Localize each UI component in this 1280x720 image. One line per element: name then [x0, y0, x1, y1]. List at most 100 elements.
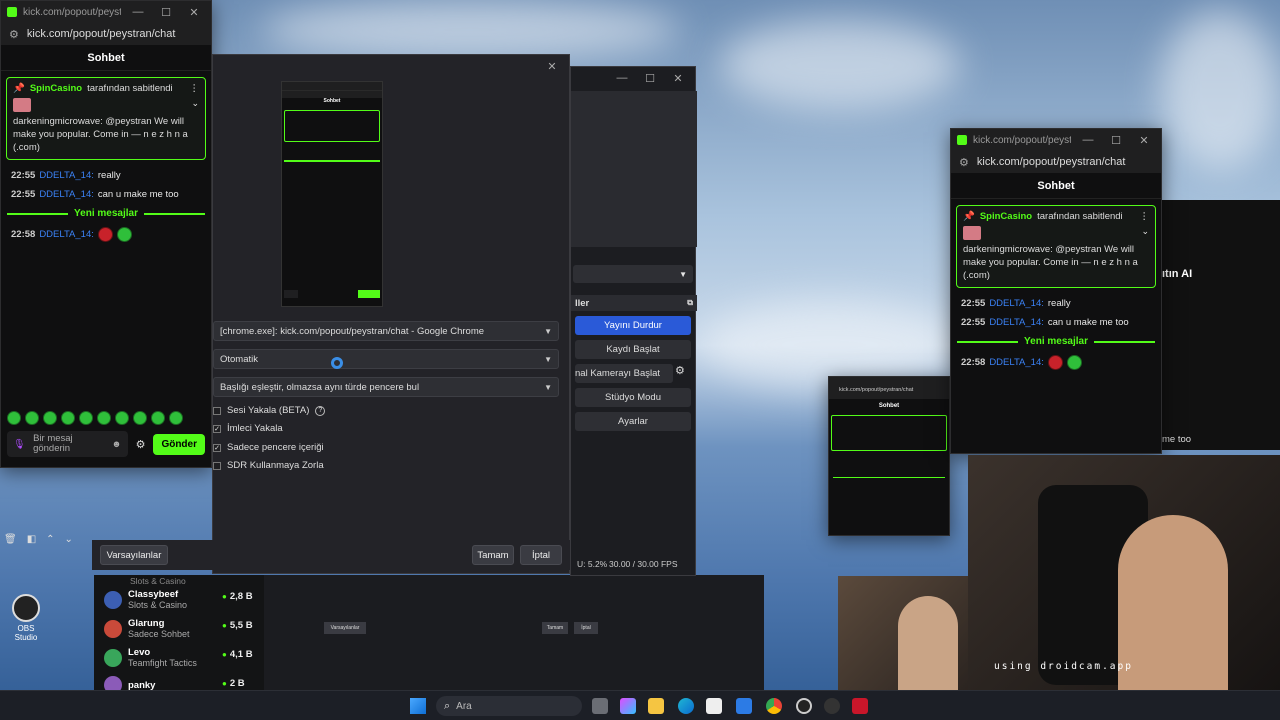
- emote-icon[interactable]: [115, 411, 129, 425]
- emote-icon: [1047, 355, 1063, 371]
- window-select[interactable]: [chrome.exe]: kick.com/popout/peystran/c…: [213, 321, 559, 341]
- new-messages-divider[interactable]: Yeni mesajlar: [1, 204, 211, 223]
- virtual-camera-settings-icon[interactable]: ⚙: [675, 364, 685, 377]
- close-button[interactable]: ✕: [183, 6, 205, 19]
- start-virtual-camera-button[interactable]: nal Kamerayı Başlat: [575, 364, 673, 383]
- pinned-expand-icon[interactable]: ⌄: [191, 98, 199, 109]
- file-explorer-icon[interactable]: [648, 698, 664, 714]
- task-view-icon[interactable]: [592, 698, 608, 714]
- chat-username[interactable]: DDELTA_14:: [989, 357, 1044, 368]
- emote-icon[interactable]: [61, 411, 75, 425]
- obs-status-fps: 30.00 / 30.00 FPS: [609, 559, 678, 569]
- send-button[interactable]: Gönder: [153, 433, 205, 455]
- start-button[interactable]: [410, 698, 426, 714]
- minimize-button[interactable]: —: [127, 6, 149, 18]
- chat-input[interactable]: 🎙 Bir mesaj gönderin ☻: [7, 431, 128, 457]
- sidebar-channel[interactable]: Classybeef Slots & Casino: [104, 589, 187, 610]
- defaults-button[interactable]: Varsayılanlar: [100, 545, 168, 565]
- left-chat-urlbar[interactable]: ⚙ kick.com/popout/peystran/chat: [1, 23, 211, 45]
- settings-button[interactable]: Ayarlar: [575, 412, 691, 431]
- microphone-icon[interactable]: 🎙: [13, 439, 25, 450]
- move-down-icon[interactable]: ⌄: [65, 534, 73, 545]
- move-up-icon[interactable]: ⌃: [46, 534, 54, 545]
- emote-icon[interactable]: [43, 411, 57, 425]
- minimize-button[interactable]: —: [611, 72, 633, 84]
- capture-audio-checkbox[interactable]: Sesi Yakala (BETA)?: [213, 405, 326, 416]
- pinned-message[interactable]: 📌 SpinCasino tarafından sabitlendi ⋮ ⌄ d…: [956, 205, 1156, 289]
- obs-desktop-icon[interactable]: OBS Studio: [8, 594, 44, 642]
- emote-icon[interactable]: [169, 411, 183, 425]
- emote-icon[interactable]: [133, 411, 147, 425]
- properties-button-bar: Varsayılanlar Tamam İptal: [92, 540, 570, 570]
- emote-icon[interactable]: [7, 411, 21, 425]
- ok-button[interactable]: Tamam: [472, 545, 514, 565]
- store-icon[interactable]: [706, 698, 722, 714]
- right-chat-window: kick.com/popout/peystran/... — ☐ ✕ ⚙ kic…: [950, 128, 1162, 454]
- stop-stream-button[interactable]: Yayını Durdur: [575, 316, 691, 335]
- maximize-button[interactable]: ☐: [639, 72, 661, 85]
- mini-header: Sohbet: [878, 403, 900, 409]
- maximize-button[interactable]: ☐: [1105, 134, 1127, 147]
- droidcam-icon[interactable]: [824, 698, 840, 714]
- right-chat-urlbar[interactable]: ⚙ kick.com/popout/peystran/chat: [951, 151, 1161, 173]
- pinned-message[interactable]: 📌 SpinCasino tarafından sabitlendi ⋮ ⌄ d…: [6, 77, 206, 161]
- site-info-icon[interactable]: ⚙: [959, 156, 969, 169]
- recording-app-icon[interactable]: [852, 698, 868, 714]
- webcam-feed: using droidcam.app: [968, 455, 1280, 690]
- emoji-icon[interactable]: ☻: [112, 439, 122, 450]
- left-chat-titlebar: kick.com/popout/peystran/... — ☐ ✕: [1, 1, 211, 23]
- minimize-button[interactable]: —: [1077, 134, 1099, 146]
- filter-icon[interactable]: ◧: [27, 534, 36, 545]
- sidebar-channel[interactable]: Glarung Sadece Sohbet: [104, 618, 190, 639]
- studio-mode-button[interactable]: Stüdyo Modu: [575, 388, 691, 407]
- chrome-icon[interactable]: [766, 698, 782, 714]
- behind-pill: ıtın AI: [1162, 268, 1193, 280]
- emote-icon[interactable]: [25, 411, 39, 425]
- obs-scene-dropdown[interactable]: ▼: [573, 265, 693, 283]
- client-area-checkbox[interactable]: ✓ Sadece pencere içeriği: [213, 442, 324, 453]
- maximize-button[interactable]: ☐: [155, 6, 177, 19]
- pinned-more-icon[interactable]: ⋮: [1140, 211, 1150, 222]
- emote-icon[interactable]: [97, 411, 111, 425]
- chat-username[interactable]: DDELTA_14:: [989, 298, 1044, 309]
- site-info-icon[interactable]: ⚙: [9, 28, 19, 41]
- chat-message: 22:55 DDELTA_14: really: [961, 298, 1071, 310]
- mouse-cursor-icon: [331, 357, 343, 369]
- pinned-thumbnail: [963, 226, 981, 240]
- sidebar-channel[interactable]: Levo Teamfight Tactics: [104, 647, 197, 668]
- kick-logo-icon: [957, 135, 967, 145]
- capture-cursor-checkbox[interactable]: ✓ İmleci Yakala: [213, 423, 283, 434]
- chat-username[interactable]: DDELTA_14:: [989, 317, 1044, 328]
- trash-icon[interactable]: 🗑: [4, 534, 17, 545]
- taskbar-search[interactable]: ⌕ Ara: [436, 696, 582, 716]
- close-button[interactable]: ✕: [541, 60, 563, 73]
- new-messages-divider[interactable]: Yeni mesajlar: [951, 332, 1161, 351]
- pinned-more-icon[interactable]: ⋮: [190, 83, 200, 94]
- chat-username[interactable]: DDELTA_14:: [39, 189, 94, 200]
- pinned-expand-icon[interactable]: ⌄: [1141, 226, 1149, 237]
- force-sdr-checkbox[interactable]: SDR Kullanmaya Zorla: [213, 460, 324, 471]
- edge-icon[interactable]: [678, 698, 694, 714]
- window-match-priority-select[interactable]: Başlığı eşleştir, olmazsa aynı türde pen…: [213, 377, 559, 397]
- settings-gear-icon[interactable]: ⚙: [136, 438, 146, 451]
- pinned-text: darkeningmicrowave: @peystran We will ma…: [963, 244, 1138, 281]
- emote-icon[interactable]: [151, 411, 165, 425]
- kick-logo-icon: [7, 7, 17, 17]
- undock-icon[interactable]: ⧉: [687, 298, 693, 308]
- close-button[interactable]: ✕: [1133, 134, 1155, 147]
- mail-icon[interactable]: [736, 698, 752, 714]
- help-icon[interactable]: ?: [315, 405, 326, 416]
- channel-name: Glarung: [128, 618, 165, 629]
- close-button[interactable]: ✕: [667, 72, 689, 85]
- emote-icon[interactable]: [79, 411, 93, 425]
- cancel-button[interactable]: İptal: [520, 545, 562, 565]
- copilot-icon[interactable]: [620, 698, 636, 714]
- start-recording-button[interactable]: Kaydı Başlat: [575, 340, 691, 359]
- left-chat-title: kick.com/popout/peystran/...: [23, 6, 121, 18]
- emote-bar: [1, 411, 211, 425]
- background-browser-window: ıtın AI me too: [1158, 200, 1280, 450]
- chat-username[interactable]: DDELTA_14:: [39, 229, 94, 240]
- chat-username[interactable]: DDELTA_14:: [39, 170, 94, 181]
- capture-method-select[interactable]: Otomatik ▼: [213, 349, 559, 369]
- obs-taskbar-icon[interactable]: [796, 698, 812, 714]
